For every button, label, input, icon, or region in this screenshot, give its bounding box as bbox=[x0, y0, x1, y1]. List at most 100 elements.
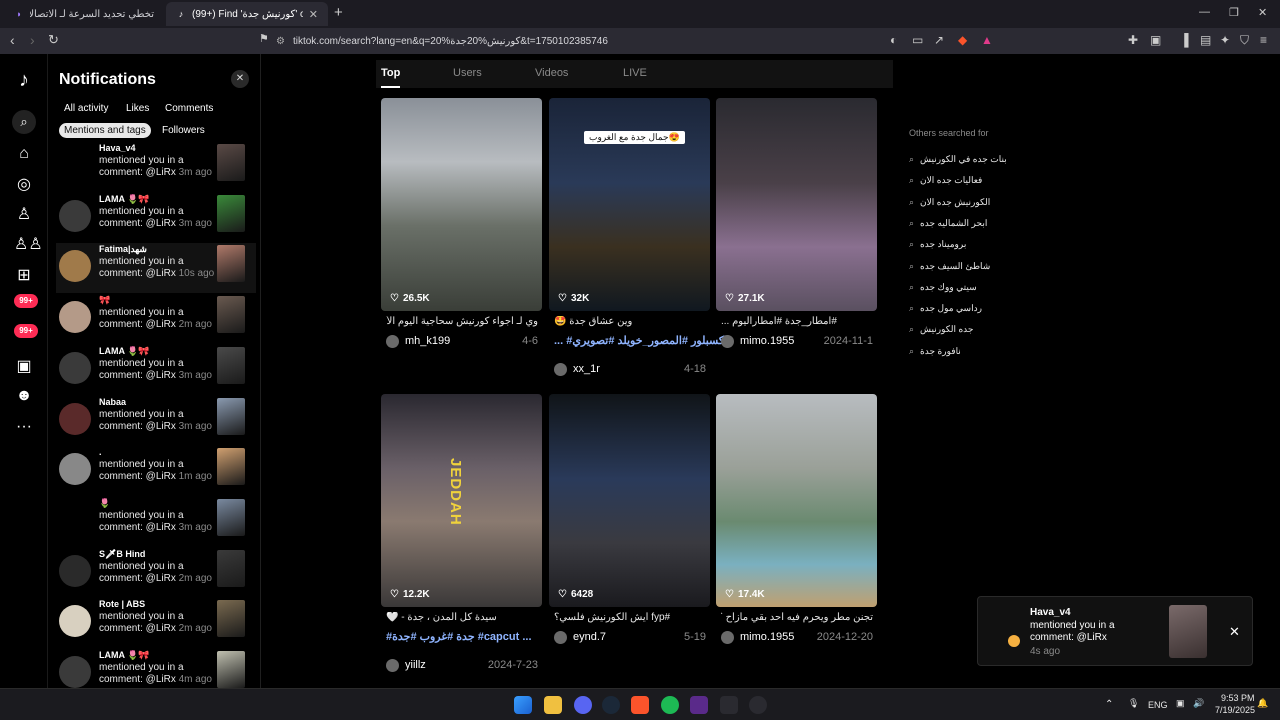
tiktok-logo-icon[interactable]: ♪ bbox=[14, 70, 34, 90]
notification-video-thumbnail[interactable] bbox=[217, 549, 245, 587]
next-app-icon[interactable] bbox=[690, 696, 708, 714]
author-username[interactable]: xx_1r bbox=[573, 363, 600, 375]
friends-icon[interactable]: ♙♙ bbox=[14, 235, 43, 255]
brave-shields-icon[interactable]: ◆ bbox=[958, 33, 967, 47]
video-description[interactable]: #fyp ايش الكورنيش فلسي؟ bbox=[554, 612, 706, 623]
video-description[interactable]: تجنن مطر ويحرم فيه احد بقي مازاح ؟ bbox=[721, 612, 873, 623]
suggested-search-item[interactable]: ⌕ ابحر الشماليه جده bbox=[909, 218, 987, 229]
list-item[interactable]: LAMA 🌷🎀 mentioned you in a comment: @LiRx … bbox=[56, 193, 256, 243]
more-icon[interactable]: ··· bbox=[14, 417, 34, 437]
video-thumbnail[interactable]: ♡ 27.1K bbox=[716, 98, 877, 311]
notification-video-thumbnail[interactable] bbox=[217, 397, 245, 435]
brave-rewards-icon[interactable]: ▲ bbox=[981, 33, 993, 47]
tab-videos[interactable]: Videos bbox=[535, 67, 568, 79]
avatar[interactable] bbox=[721, 335, 734, 348]
network-icon[interactable]: ▣ bbox=[1176, 698, 1185, 709]
video-author[interactable]: yiillz 2024-7-23 bbox=[386, 658, 538, 674]
avatar[interactable] bbox=[59, 250, 91, 283]
notification-toast[interactable]: Hava_v4 mentioned you in a comment: @LiR… bbox=[977, 596, 1253, 666]
suggested-search-item[interactable]: ⌕ بنات جده في الكورنيش bbox=[909, 154, 1007, 165]
avatar[interactable] bbox=[59, 301, 91, 334]
list-item[interactable]: LAMA 🌷🎀 mentioned you in a comment: @LiRx … bbox=[56, 345, 256, 395]
notification-user-name[interactable]: Nabaa bbox=[99, 397, 126, 407]
avatar[interactable] bbox=[59, 402, 91, 435]
video-card[interactable]: ♡ 26.5K وي لـ اجواء كورنيش سحاجية اليوم ال… bbox=[381, 98, 542, 348]
spotify-icon[interactable] bbox=[661, 696, 679, 714]
upload-icon[interactable]: ⊞ bbox=[14, 266, 34, 286]
author-username[interactable]: mimo.1955 bbox=[740, 335, 794, 347]
video-card[interactable]: جمال جدة مع الغروب😍 ♡ 32K وين عشاق جدة 🤩...… bbox=[549, 98, 727, 376]
notification-user-name[interactable]: 🎀 bbox=[99, 295, 110, 306]
author-username[interactable]: mh_k199 bbox=[405, 335, 450, 347]
sidebar-icon[interactable]: ▐ bbox=[1180, 33, 1189, 47]
avatar[interactable] bbox=[59, 199, 91, 232]
notification-video-thumbnail[interactable] bbox=[217, 296, 245, 334]
browser-tab-active[interactable]: ♪ (99+) Find 'كورنيش جدة' on TikTok ✕ bbox=[166, 2, 328, 26]
tab-top[interactable]: Top bbox=[381, 67, 400, 79]
notification-user-name[interactable]: LAMA 🌷🎀 bbox=[99, 346, 150, 357]
cast-icon[interactable]: ▭ bbox=[912, 33, 923, 47]
notification-video-thumbnail[interactable] bbox=[217, 194, 245, 232]
suggested-search-item[interactable]: ⌕ شاطئ السيف جده bbox=[909, 261, 990, 272]
list-item[interactable]: Nabaa mentioned you in a comment: @LiRx 3m… bbox=[56, 396, 256, 446]
video-author[interactable]: mimo.1955 2024-12-20 bbox=[721, 630, 873, 646]
clock-time[interactable]: 9:53 PM bbox=[1221, 693, 1255, 703]
suggested-search-item[interactable]: ⌕ فعاليات جده الان bbox=[909, 175, 982, 186]
brave-browser-icon[interactable] bbox=[631, 696, 649, 714]
file-explorer-icon[interactable] bbox=[544, 696, 562, 714]
volume-icon[interactable]: 🔊 bbox=[1193, 698, 1204, 709]
avatar[interactable] bbox=[59, 453, 91, 486]
back-arrow-icon[interactable]: ‹ bbox=[10, 32, 15, 48]
tab-users[interactable]: Users bbox=[453, 67, 482, 79]
search-icon[interactable]: ⌕ bbox=[12, 110, 36, 134]
notification-user-name[interactable]: S🗡B Hind bbox=[99, 549, 145, 560]
avatar[interactable] bbox=[59, 351, 91, 384]
video-description[interactable]: وي لـ اجواء كورنيش سحاجية اليوم الأحد... bbox=[386, 316, 538, 327]
video-description[interactable]: سيدة كل المدن ، جدة - 🤍 bbox=[386, 612, 538, 623]
notification-video-thumbnail[interactable] bbox=[217, 498, 245, 536]
avatar[interactable] bbox=[59, 605, 91, 638]
video-thumbnail[interactable]: جمال جدة مع الغروب😍 ♡ 32K bbox=[549, 98, 710, 311]
notification-user-name[interactable]: LAMA 🌷🎀 bbox=[99, 194, 150, 205]
filter-likes[interactable]: Likes bbox=[121, 101, 154, 116]
list-item[interactable]: S🗡B Hind mentioned you in a comment: @LiRx… bbox=[56, 548, 256, 598]
list-item[interactable]: . mentioned you in a comment: @LiRx 1m ago bbox=[56, 446, 256, 496]
reader-off-icon[interactable]: ◐ bbox=[890, 33, 897, 47]
live-icon[interactable]: ▣ bbox=[14, 357, 34, 377]
avatar[interactable] bbox=[386, 659, 399, 672]
notification-user-name[interactable]: Rote | ABS bbox=[99, 599, 145, 609]
notifications-close-button[interactable]: ✕ bbox=[231, 70, 249, 88]
suggested-search-item[interactable]: ⌕ الكورنيش جده الان bbox=[909, 197, 990, 208]
avatar[interactable] bbox=[554, 631, 567, 644]
notification-video-thumbnail[interactable] bbox=[217, 346, 245, 384]
xbox-icon[interactable] bbox=[720, 696, 738, 714]
notification-video-thumbnail[interactable] bbox=[217, 600, 245, 638]
notification-video-thumbnail[interactable] bbox=[217, 245, 245, 283]
video-card[interactable]: ♡ 6428 #fyp ايش الكورنيش فلسي؟ eynd.7 5-19 bbox=[549, 394, 710, 644]
vpn-icon[interactable]: ⛉ bbox=[1240, 33, 1249, 48]
avatar[interactable] bbox=[721, 631, 734, 644]
video-thumbnail[interactable]: JEDDAH ♡ 12.2K bbox=[381, 394, 542, 607]
video-thumbnail[interactable]: ♡ 26.5K bbox=[381, 98, 542, 311]
video-author[interactable]: mh_k199 4-6 bbox=[386, 334, 538, 350]
filter-mentions[interactable]: Mentions and tags bbox=[59, 123, 151, 138]
video-card[interactable]: ♡ 17.4K تجنن مطر ويحرم فيه احد بقي مازاح ؟… bbox=[716, 394, 877, 644]
toast-close-button[interactable]: ✕ bbox=[1229, 624, 1240, 640]
video-author[interactable]: mimo.1955 2024-11-1 bbox=[721, 334, 873, 350]
windows-start-icon[interactable] bbox=[514, 696, 532, 714]
window-close-button[interactable]: ✕ bbox=[1258, 6, 1267, 19]
video-description[interactable]: وين عشاق جدة 🤩 bbox=[554, 316, 706, 327]
avatar[interactable] bbox=[59, 656, 91, 688]
suggested-search-item[interactable]: ⌕ بروميناد جده bbox=[909, 239, 966, 250]
maximize-button[interactable]: ❐ bbox=[1229, 6, 1239, 19]
video-card[interactable]: ♡ 27.1K #امطار_جدة #امطاراليوم ... mimo.195… bbox=[716, 98, 877, 348]
video-hashtags[interactable]: #جدة #غروب #جدة #capcut ... bbox=[386, 630, 532, 643]
address-bar[interactable]: ⚙ tiktok.com/search?lang=en&q=كورنيش%20ج… bbox=[276, 32, 996, 50]
share-icon[interactable]: ↗ bbox=[934, 33, 944, 47]
messages-badge[interactable]: 99+ bbox=[14, 324, 38, 338]
home-icon[interactable]: ⌂ bbox=[14, 144, 34, 164]
tab-manager-icon[interactable]: ▣ bbox=[1150, 33, 1161, 47]
author-username[interactable]: eynd.7 bbox=[573, 631, 606, 643]
notification-user-name[interactable]: . bbox=[99, 447, 102, 457]
list-item[interactable]: Fatima|شهد mentioned you in a comment: @Li… bbox=[56, 243, 256, 294]
